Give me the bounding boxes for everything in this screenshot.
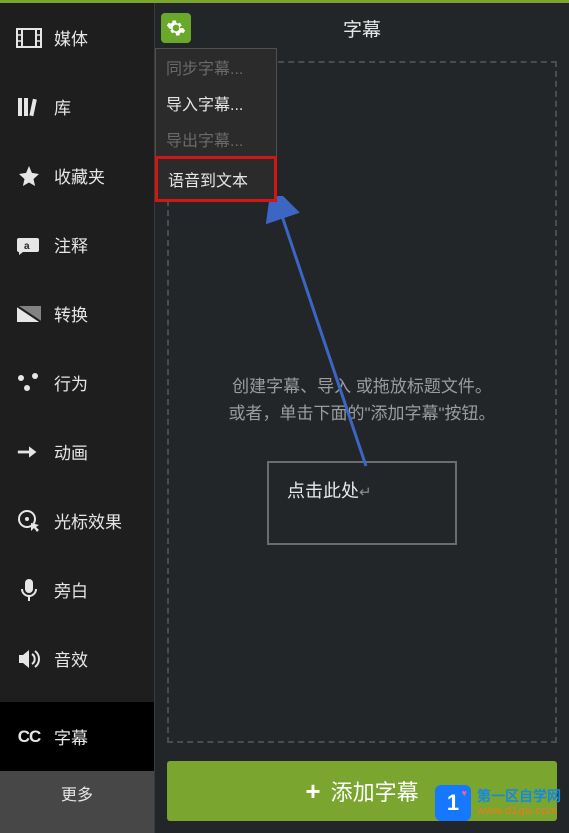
sidebar-item-narration[interactable]: 旁白 [0,555,154,624]
sidebar-item-label: 注释 [54,232,88,257]
star-icon [16,165,42,187]
gear-icon [166,18,186,38]
sidebar-item-label: 音效 [54,646,88,671]
watermark: 1 第一区自学网 www.d1qu.com [435,785,561,821]
dropdown-speech-to-text[interactable]: 语音到文本 [155,156,277,202]
sidebar-item-label: 行为 [54,370,88,395]
main-header: 字幕 同步字幕... 导入字幕... 导出字幕... 语音到文本 [155,3,569,53]
watermark-cn: 第一区自学网 [477,789,561,804]
sidebar-item-transitions[interactable]: 转换 [0,279,154,348]
sidebar-item-label: 库 [54,94,71,119]
transition-icon [16,303,42,325]
sidebar-item-label: 旁白 [54,577,88,602]
panel-title: 字幕 [343,15,381,42]
sidebar-item-media[interactable]: 媒体 [0,3,154,72]
sidebar-item-behaviors[interactable]: 行为 [0,348,154,417]
plus-icon: + [305,776,320,807]
sidebar-item-audio[interactable]: 音效 [0,624,154,693]
dropdown-sync-captions: 同步字幕... [156,49,276,85]
gear-dropdown: 同步字幕... 导入字幕... 导出字幕... 语音到文本 [155,48,277,202]
sidebar-item-label: 媒体 [54,25,88,50]
sidebar-more[interactable]: 更多 [0,771,154,833]
watermark-badge: 1 [435,785,471,821]
captions-icon: CC [16,726,42,748]
sidebar-item-favorites[interactable]: 收藏夹 [0,141,154,210]
gear-button[interactable] [161,13,191,43]
behaviors-icon [16,372,42,394]
add-caption-label: 添加字幕 [331,775,419,807]
sidebar-item-cursor[interactable]: 光标效果 [0,486,154,555]
click-here-box[interactable]: 点击此处↵ [267,461,457,545]
sidebar-item-label: 转换 [54,301,88,326]
cursor-icon [16,510,42,532]
sidebar-item-label: 光标效果 [54,508,122,533]
sidebar: 媒体 库 收藏夹 a 注释 转换 [0,3,155,833]
dropdown-import-captions[interactable]: 导入字幕... [156,85,276,121]
animation-icon [16,441,42,463]
media-icon [16,27,42,49]
dropdown-export-captions: 导出字幕... [156,121,276,157]
watermark-en: www.d1qu.com [477,805,561,817]
sidebar-item-annotations[interactable]: a 注释 [0,210,154,279]
sidebar-item-library[interactable]: 库 [0,72,154,141]
main-panel: 字幕 同步字幕... 导入字幕... 导出字幕... 语音到文本 创建字幕、导入… [155,3,569,833]
library-icon [16,96,42,118]
speaker-icon [16,648,42,670]
sidebar-item-label: 动画 [54,439,88,464]
sidebar-item-animations[interactable]: 动画 [0,417,154,486]
microphone-icon [16,579,42,601]
svg-text:a: a [24,241,30,252]
sidebar-item-captions[interactable]: CC 字幕 [0,702,154,771]
sidebar-item-label: 收藏夹 [54,163,105,188]
return-symbol: ↵ [359,484,372,501]
dropzone-help-text: 创建字幕、导入 或拖放标题文件。 或者，单击下面的"添加字幕"按钮。 [208,373,515,427]
annotation-icon: a [16,234,42,256]
sidebar-item-label: 字幕 [54,724,88,749]
sidebar-more-label: 更多 [61,787,93,804]
